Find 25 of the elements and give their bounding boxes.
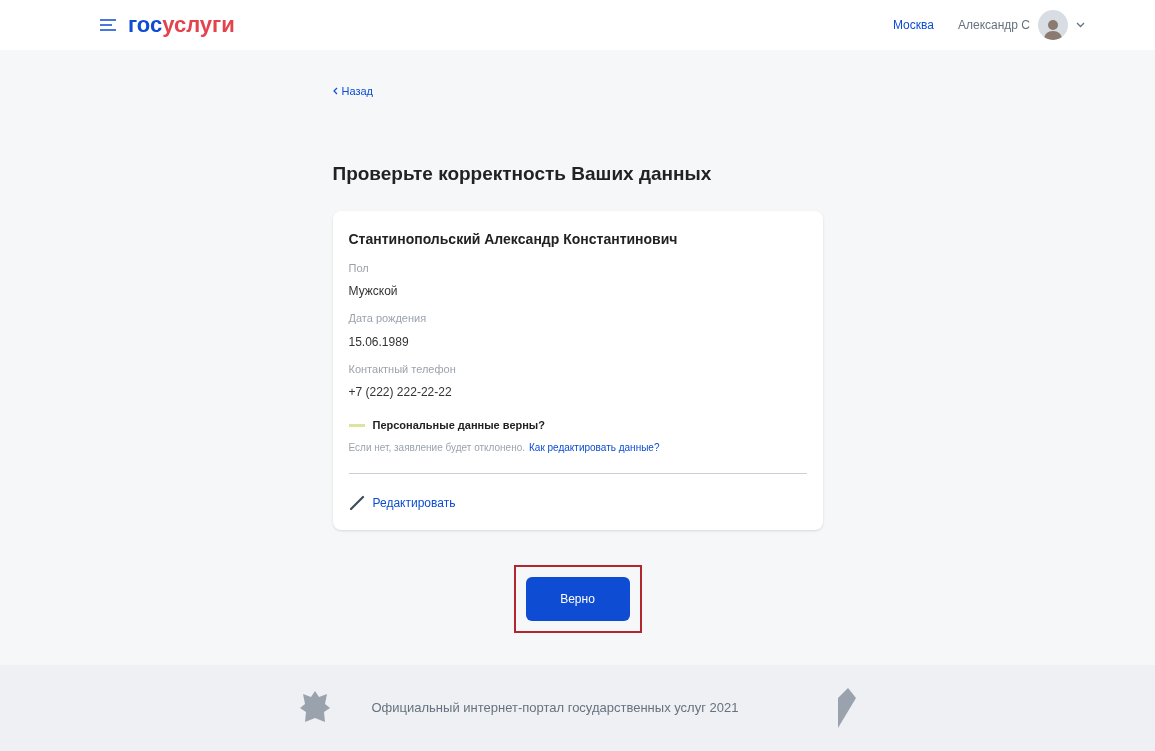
edit-button[interactable]: Редактировать <box>348 493 456 512</box>
user-name[interactable]: Александр С <box>957 16 1030 34</box>
pencil-icon <box>348 494 365 511</box>
field-label: Дата рождения <box>348 311 428 326</box>
person-silhouette-icon <box>1043 18 1063 40</box>
footer-text: Официальный интернет-портал государственных услуг 2021 <box>371 699 740 718</box>
help-link[interactable]: Как редактировать данные? <box>529 439 660 455</box>
menu-icon[interactable] <box>100 19 116 31</box>
field-value: 15.06.1989 <box>348 333 410 351</box>
notice-marker <box>348 423 365 427</box>
field-value: +7 (222) 222-22-22 <box>348 384 453 401</box>
city-link[interactable]: Москва <box>893 16 934 34</box>
chevron-left-icon <box>332 87 338 95</box>
field-value: Мужской <box>348 283 399 300</box>
notice-text: Если нет, заявление будет отклонено. <box>348 440 525 455</box>
chevron-down-icon[interactable] <box>1076 22 1085 28</box>
field-label: Пол <box>348 260 370 276</box>
confirm-button[interactable]: Верно <box>525 576 630 621</box>
page-title: Проверьте корректность Ваших данных <box>332 162 713 186</box>
back-link[interactable]: Назад <box>332 82 374 100</box>
full-name: Стантинопольский Александр Константинович <box>348 229 679 249</box>
notice-title: Персональные данные верны? <box>372 418 545 433</box>
field-label: Контактный телефон <box>348 361 457 377</box>
logo[interactable]: госуслуги <box>128 14 235 36</box>
avatar[interactable] <box>1038 10 1068 40</box>
